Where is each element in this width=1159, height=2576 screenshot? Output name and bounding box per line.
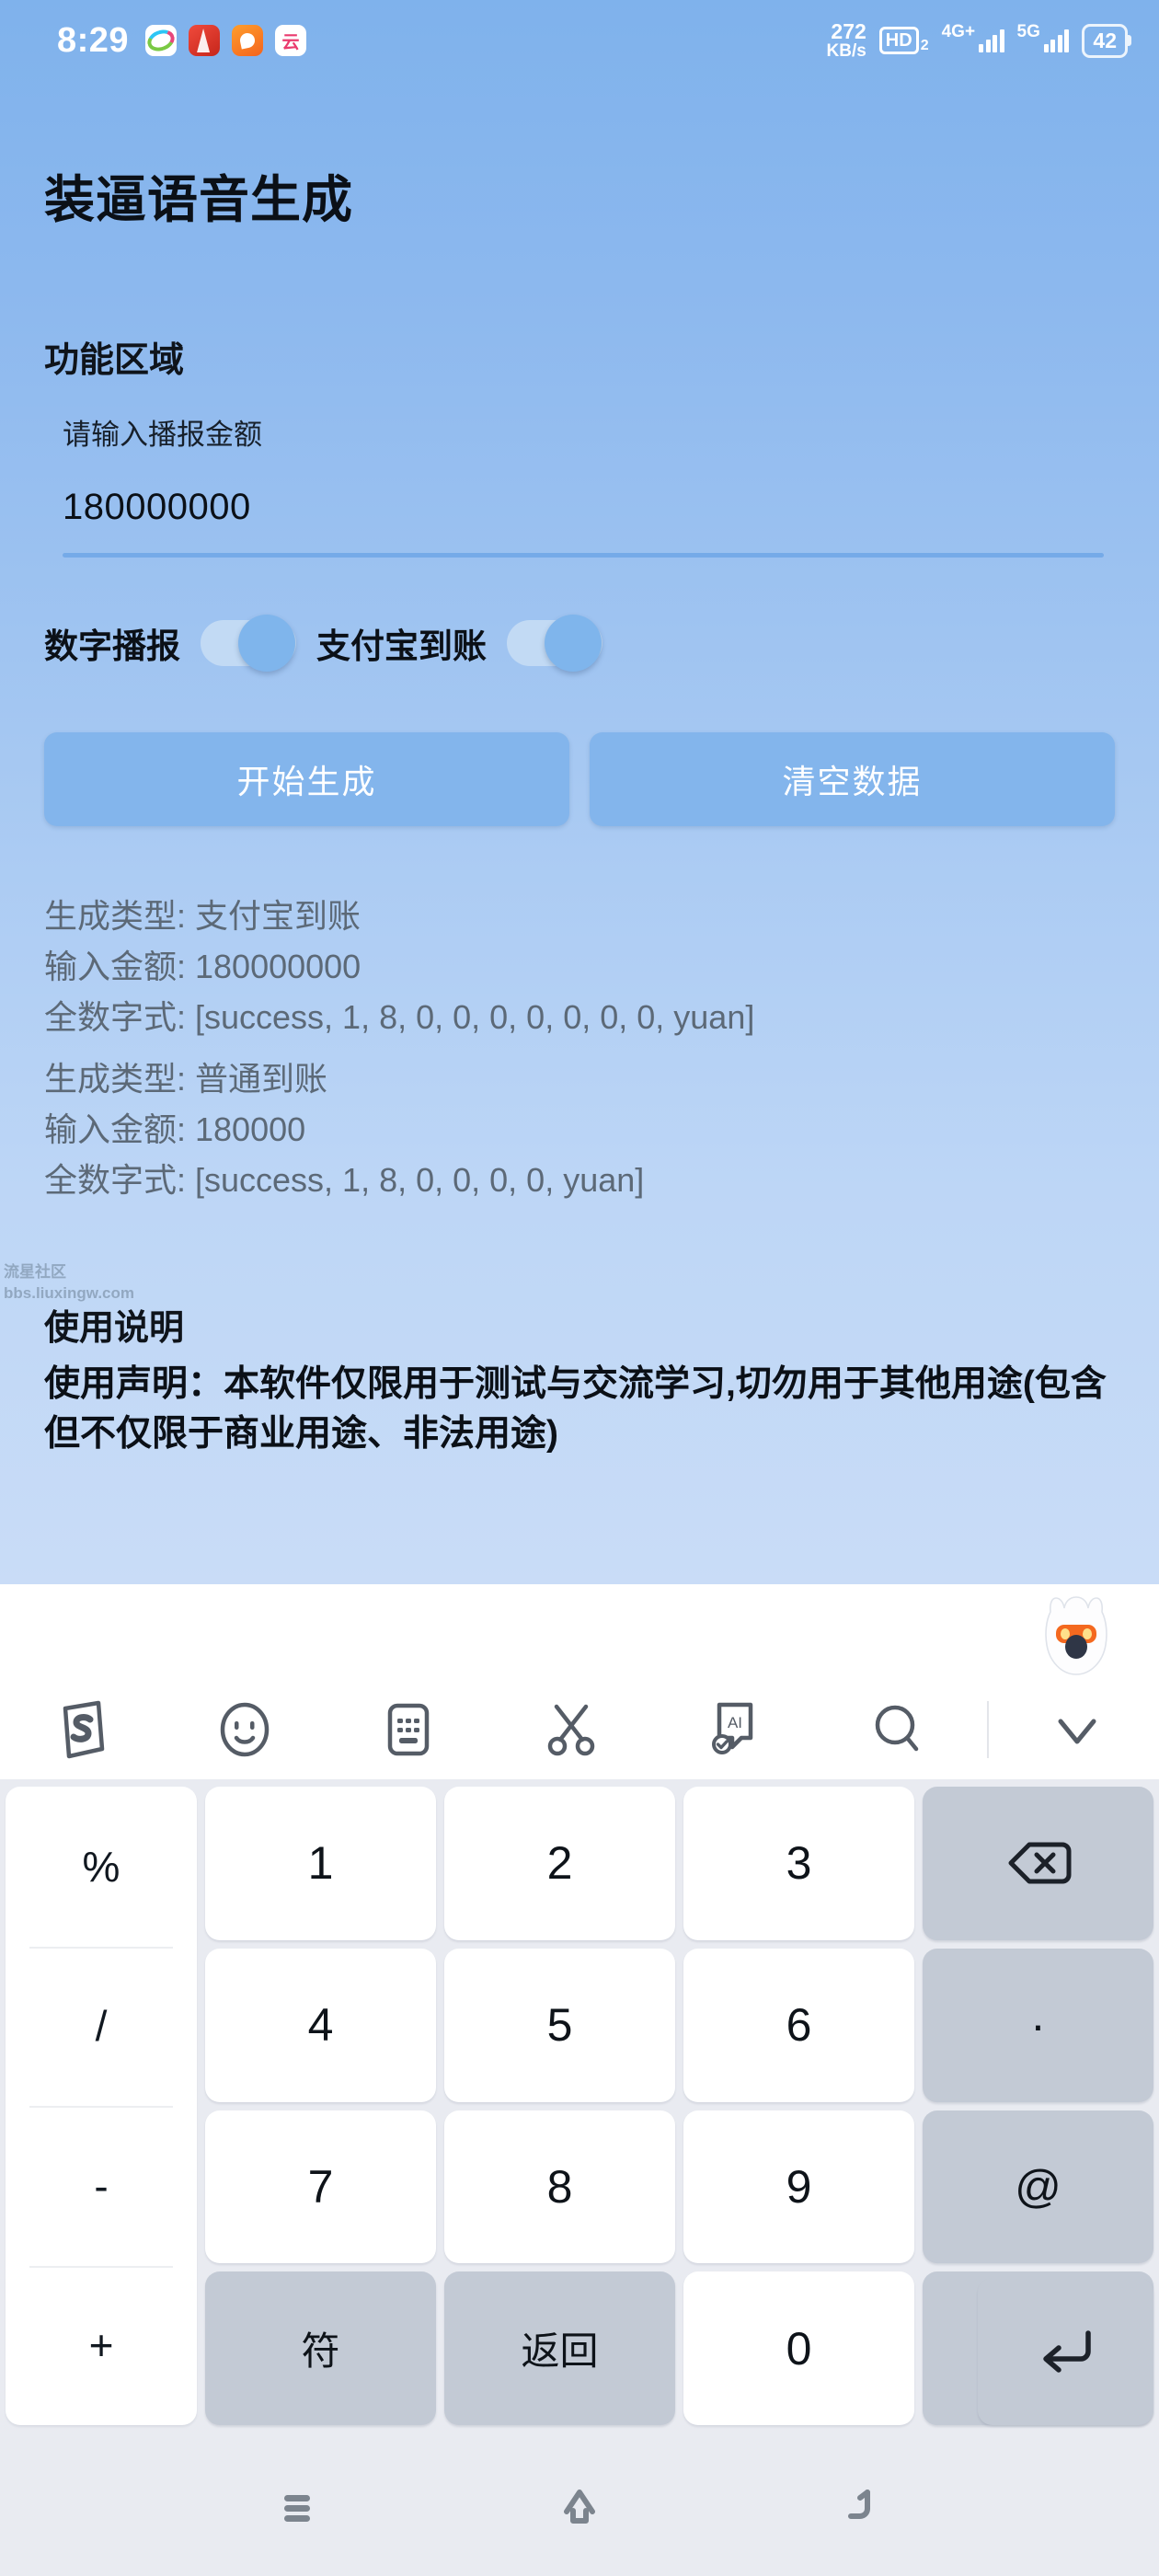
key-plus[interactable]: + bbox=[6, 2265, 197, 2426]
result-digits: 全数字式: [success, 1, 8, 0, 0, 0, 0, 0, 0, … bbox=[44, 998, 755, 1036]
signal-5g-label: 5G bbox=[1016, 22, 1040, 41]
status-time: 8:29 bbox=[57, 20, 130, 60]
key-minus[interactable]: - bbox=[6, 2106, 197, 2266]
android-nav-bar bbox=[0, 2438, 1159, 2576]
usage-section-heading: 使用说明 bbox=[44, 1309, 185, 1348]
key-3[interactable]: 3 bbox=[683, 1787, 914, 1940]
keyboard-switch-icon[interactable] bbox=[327, 1684, 489, 1776]
key-7[interactable]: 7 bbox=[205, 2110, 436, 2264]
key-0[interactable]: 0 bbox=[683, 2271, 914, 2425]
key-return-label[interactable]: 返回 bbox=[444, 2271, 675, 2425]
key-4[interactable]: 4 bbox=[205, 1948, 436, 2102]
key-9[interactable]: 9 bbox=[683, 2110, 914, 2264]
sogou-logo-icon[interactable] bbox=[0, 1684, 163, 1776]
usage-disclaimer-text: 使用声明：本软件仅限用于测试与交流学习,切勿用于其他用途(包含但不仅限于商业用途… bbox=[44, 1364, 1107, 1454]
orange-app-icon bbox=[232, 25, 264, 56]
keyboard-tool-row: AI bbox=[0, 1684, 1159, 1776]
enter-icon[interactable] bbox=[978, 2278, 1153, 2425]
hd-voice-icon: HD 2 bbox=[878, 27, 929, 54]
page-title: 装逼语音生成 bbox=[44, 171, 354, 228]
key-1[interactable]: 1 bbox=[205, 1787, 436, 1940]
amount-input[interactable]: 180000000 bbox=[63, 487, 251, 528]
function-section-heading: 功能区域 bbox=[44, 341, 185, 380]
key-at[interactable]: @ bbox=[923, 2110, 1153, 2264]
action-button-row: 开始生成 清空数据 bbox=[44, 732, 1115, 826]
search-icon[interactable] bbox=[816, 1684, 979, 1776]
status-bar: 8:29 云 272 KB/s HD 2 4G+ 5G 42 bbox=[0, 0, 1159, 81]
hd-sub-label: 2 bbox=[920, 38, 929, 53]
phone-screen: 8:29 云 272 KB/s HD 2 4G+ 5G 42 装逼语音生成 功能… bbox=[0, 0, 1159, 2576]
network-speed-unit: KB/s bbox=[826, 41, 866, 61]
key-5[interactable]: 5 bbox=[444, 1948, 675, 2102]
toggle-label-digit-broadcast: 数字播报 bbox=[44, 627, 180, 665]
toggle-knob bbox=[238, 615, 295, 672]
result-type: 生成类型: 支付宝到账 bbox=[44, 897, 361, 935]
keyboard-toolbar: AI bbox=[0, 1584, 1159, 1779]
battery-indicator: 42 bbox=[1082, 23, 1131, 58]
result-block: 生成类型: 支付宝到账 输入金额: 180000000 全数字式: [succe… bbox=[44, 891, 1130, 1042]
amount-input-underline bbox=[63, 553, 1104, 558]
results-output: 生成类型: 支付宝到账 输入金额: 180000000 全数字式: [succe… bbox=[44, 891, 1130, 1216]
back-icon[interactable] bbox=[820, 2466, 903, 2548]
generate-button[interactable]: 开始生成 bbox=[44, 732, 569, 826]
toggle-digit-broadcast[interactable] bbox=[201, 615, 296, 672]
result-digits: 全数字式: [success, 1, 8, 0, 0, 0, 0, yuan] bbox=[44, 1161, 645, 1199]
svg-text:AI: AI bbox=[728, 1714, 742, 1731]
signal-4g-icon: 4G+ bbox=[942, 23, 1004, 52]
toolbar-divider bbox=[986, 1701, 989, 1758]
operator-column: % / - + bbox=[6, 1787, 197, 2425]
result-type: 生成类型: 普通到账 bbox=[44, 1060, 328, 1098]
qq-icon bbox=[145, 25, 178, 56]
toggle-alipay-received[interactable] bbox=[507, 615, 602, 672]
hd-label: HD bbox=[878, 27, 919, 54]
chevron-down-icon[interactable] bbox=[996, 1684, 1159, 1776]
recents-icon[interactable] bbox=[256, 2466, 339, 2548]
key-8[interactable]: 8 bbox=[444, 2110, 675, 2264]
pink-app-icon: 云 bbox=[275, 25, 307, 56]
result-amount: 输入金额: 180000 bbox=[44, 1110, 306, 1148]
amount-field-label: 请输入播报金额 bbox=[63, 419, 262, 451]
backspace-icon[interactable] bbox=[923, 1787, 1153, 1940]
network-speed-value: 272 bbox=[831, 19, 866, 43]
watermark-line-1: 流星社区 bbox=[4, 1263, 66, 1281]
app-content-area: 8:29 云 272 KB/s HD 2 4G+ 5G 42 装逼语音生成 功能… bbox=[0, 0, 1159, 1584]
emoji-icon[interactable] bbox=[163, 1684, 326, 1776]
status-bar-right: 272 KB/s HD 2 4G+ 5G 42 bbox=[826, 19, 1131, 61]
toggle-row: 数字播报 支付宝到账 bbox=[44, 615, 623, 672]
result-amount: 输入金额: 180000000 bbox=[44, 948, 361, 985]
ai-card-icon[interactable]: AI bbox=[653, 1684, 816, 1776]
clear-data-button[interactable]: 清空数据 bbox=[590, 732, 1115, 826]
toggle-knob bbox=[545, 615, 602, 672]
key-dot[interactable]: · bbox=[923, 1948, 1153, 2102]
toggle-label-alipay-received: 支付宝到账 bbox=[316, 627, 487, 665]
signal-5g-icon: 5G bbox=[1017, 23, 1070, 52]
sogou-mascot-icon[interactable] bbox=[1041, 1593, 1111, 1678]
signal-bars-2 bbox=[1043, 29, 1070, 52]
key-symbols[interactable]: 符 bbox=[205, 2271, 436, 2425]
key-2[interactable]: 2 bbox=[444, 1787, 675, 1940]
status-bar-left: 8:29 云 bbox=[57, 20, 307, 61]
network-speed: 272 KB/s bbox=[826, 19, 866, 61]
soft-keyboard: AI % / - + 1 2 3 4 5 6 · 7 8 9 @ 符 返回 0 bbox=[0, 1584, 1159, 2438]
red-app-icon bbox=[189, 25, 221, 56]
home-icon[interactable] bbox=[538, 2466, 621, 2548]
signal-bars-1 bbox=[979, 29, 1004, 52]
scissors-icon[interactable] bbox=[489, 1684, 652, 1776]
key-6[interactable]: 6 bbox=[683, 1948, 914, 2102]
key-slash[interactable]: / bbox=[6, 1946, 197, 2107]
forum-watermark: 流星社区 bbs.liuxingw.com bbox=[4, 1262, 134, 1305]
key-percent[interactable]: % bbox=[6, 1787, 197, 1947]
signal-4g-label: 4G+ bbox=[941, 22, 976, 41]
result-block: 生成类型: 普通到账 输入金额: 180000 全数字式: [success, … bbox=[44, 1053, 1130, 1205]
